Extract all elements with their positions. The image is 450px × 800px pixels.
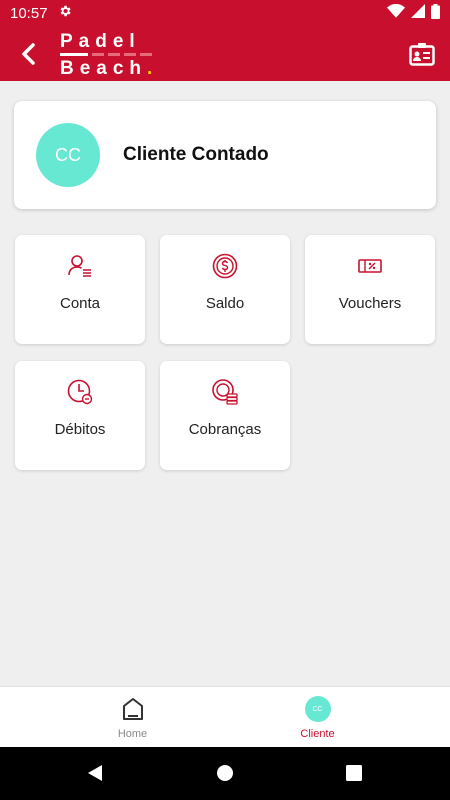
id-card-icon (409, 42, 435, 66)
battery-icon (431, 3, 440, 23)
logo-bar-segment (140, 52, 152, 56)
back-button[interactable] (0, 26, 56, 81)
logo-word: Beach (60, 57, 148, 79)
signal-icon (411, 4, 425, 22)
logo-bar-segment (124, 52, 136, 56)
nav-avatar: CC (304, 696, 331, 722)
system-recents-button[interactable] (346, 765, 362, 786)
tile-debitos[interactable]: Débitos (15, 361, 145, 470)
logo-line2: Beach. (60, 58, 152, 80)
nav-cliente[interactable]: CC Cliente (205, 687, 430, 748)
tile-conta[interactable]: Conta (15, 235, 145, 344)
clock-debit-icon (15, 379, 145, 405)
system-home-button[interactable] (217, 765, 233, 786)
dollar-coin-icon (160, 253, 290, 279)
tile-label: Saldo (205, 295, 245, 312)
app-bar: Padel Beach. (0, 26, 450, 81)
client-card: CC Cliente Contado (14, 101, 436, 209)
status-bar: 10:57 (0, 0, 450, 26)
voucher-ticket-icon (305, 253, 435, 279)
wifi-icon (387, 3, 405, 22)
triangle-back-icon (88, 765, 102, 781)
settings-gear-icon (58, 4, 72, 22)
tile-cobrancas[interactable]: Cobranças (160, 361, 290, 470)
logo-line1: Padel (60, 30, 141, 52)
nav-cliente-label: Cliente (300, 728, 335, 740)
cliente-avatar-icon: CC (205, 696, 430, 722)
chevron-left-icon (22, 42, 35, 65)
tile-vouchers[interactable]: Vouchers (305, 235, 435, 344)
bottom-nav: Home CC Cliente (0, 686, 450, 747)
tile-label: Débitos (54, 421, 106, 438)
square-recents-icon (346, 765, 362, 781)
padel-beach-logo: Padel Beach. (58, 29, 178, 79)
circle-home-icon (217, 765, 233, 781)
logo-bar (60, 52, 88, 56)
status-time: 10:57 (10, 4, 48, 22)
system-nav-bar (0, 747, 450, 800)
tile-label: Cobranças (188, 421, 262, 438)
user-list-icon (15, 253, 145, 279)
coins-stack-icon (160, 379, 290, 405)
tile-label: Conta (59, 295, 101, 312)
system-back-button[interactable] (86, 764, 104, 787)
tile-saldo[interactable]: Saldo (160, 235, 290, 344)
tile-label: Vouchers (338, 295, 402, 312)
logo-bar-segment (92, 52, 104, 56)
logo-bar-segment (108, 52, 120, 56)
client-avatar: CC (36, 123, 100, 187)
logo-dot: . (147, 57, 153, 79)
profile-card-button[interactable] (394, 26, 450, 81)
client-name: Cliente Contado (123, 144, 269, 165)
